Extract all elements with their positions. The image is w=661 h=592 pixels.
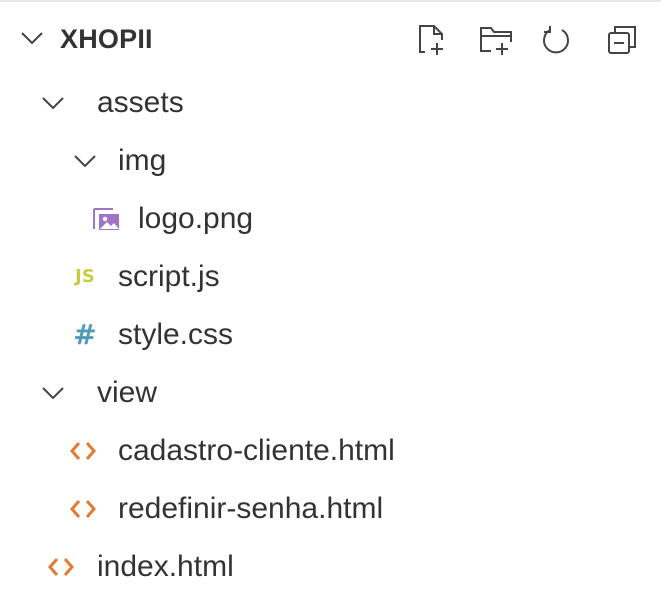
tree-item-index-html[interactable]: index.html <box>0 538 661 592</box>
explorer-header[interactable]: XHOPII <box>0 16 661 72</box>
chevron-down-icon[interactable] <box>18 24 46 52</box>
javascript-file-icon: JS <box>75 266 95 287</box>
html-file-icon <box>46 553 76 581</box>
tree-item-label: logo.png <box>138 202 254 235</box>
chevron-down-icon <box>38 89 68 117</box>
chevron-down-icon <box>38 379 68 407</box>
tree-item-label: script.js <box>118 260 220 293</box>
new-file-icon[interactable] <box>410 18 454 62</box>
collapse-all-icon[interactable] <box>600 18 644 62</box>
tree-item-label: assets <box>97 86 184 119</box>
tree-item-script-js[interactable]: JS script.js <box>0 248 661 306</box>
tree-item-cadastro-cliente-html[interactable]: cadastro-cliente.html <box>0 422 661 480</box>
workspace-title: XHOPII <box>60 24 153 54</box>
html-file-icon <box>68 437 98 465</box>
tree-item-style-css[interactable]: # style.css <box>0 306 661 364</box>
tree-item-logo-png[interactable]: logo.png <box>0 190 661 248</box>
tree-item-img[interactable]: img <box>0 132 661 190</box>
tree-item-assets[interactable]: assets <box>0 74 661 132</box>
tree-item-label: img <box>118 144 167 177</box>
chevron-down-icon <box>70 147 100 175</box>
tree-item-redefinir-senha-html[interactable]: redefinir-senha.html <box>0 480 661 538</box>
new-folder-icon[interactable] <box>474 18 518 62</box>
css-file-icon: # <box>73 318 97 351</box>
refresh-icon[interactable] <box>534 18 578 62</box>
image-file-icon <box>91 205 121 233</box>
tree-item-label: style.css <box>118 318 234 351</box>
explorer-panel: XHOPII assets img logo.png JS script.js … <box>0 2 661 592</box>
tree-item-label: cadastro-cliente.html <box>118 434 395 467</box>
tree-item-view[interactable]: view <box>0 364 661 422</box>
html-file-icon <box>68 495 98 523</box>
tree-item-label: index.html <box>97 550 234 583</box>
tree-item-label: redefinir-senha.html <box>118 492 384 525</box>
explorer-actions <box>410 18 646 62</box>
tree-item-label: view <box>97 376 158 409</box>
